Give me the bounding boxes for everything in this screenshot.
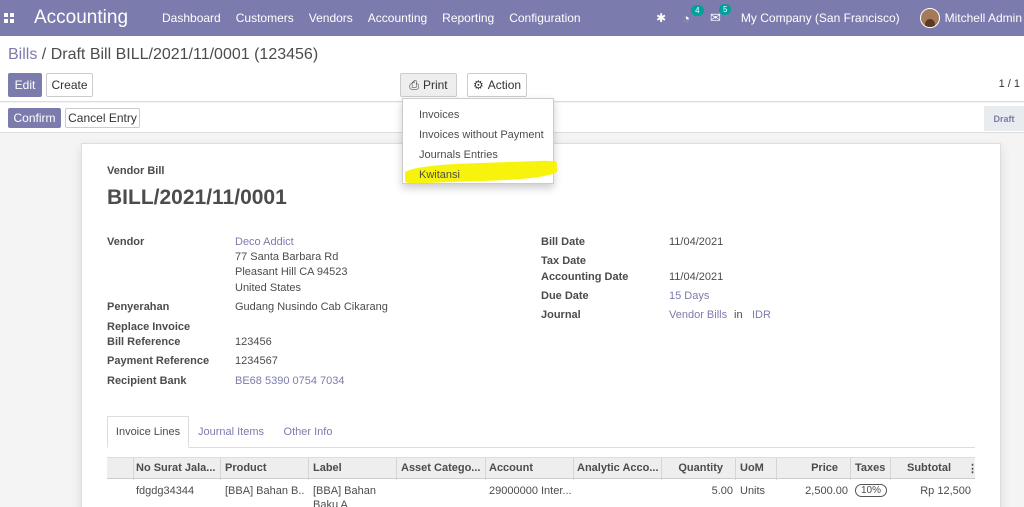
status-stage-draft[interactable]: Draft (984, 106, 1024, 131)
vendor-address-line3: United States (235, 282, 302, 294)
bill-reference-label: Bill Reference (107, 336, 181, 348)
tab-other-info[interactable]: Other Info (277, 416, 339, 448)
col-no-surat-jalan[interactable]: No Surat Jala... (136, 462, 220, 474)
print-button[interactable]: ⎙ Print (400, 73, 457, 97)
action-button-label: Action (487, 78, 522, 92)
payment-reference-label: Payment Reference (107, 355, 210, 367)
bill-date-value: 11/04/2021 (669, 236, 724, 248)
bill-date-label: Bill Date (541, 236, 586, 248)
cell-account: 29000000 Inter... (489, 485, 572, 497)
print-menu-kwitansi[interactable]: Kwitansi (419, 169, 460, 181)
pager[interactable]: 1 / 1 (999, 78, 1020, 90)
col-analytic-account[interactable]: Analytic Acco... (577, 462, 661, 474)
journal-currency-link[interactable]: IDR (752, 309, 771, 321)
gear-icon: ⚙ (472, 78, 484, 92)
table-row[interactable]: fdgdg34344 [BBA] Bahan B... [BBA] Bahan … (107, 479, 975, 507)
cell-product: [BBA] Bahan B... (225, 485, 305, 497)
edit-button[interactable]: Edit (8, 73, 42, 97)
breadcrumb-separator: / (41, 46, 47, 63)
menu-vendors[interactable]: Vendors (309, 11, 353, 25)
menu-dashboard[interactable]: Dashboard (162, 11, 221, 25)
confirm-button[interactable]: Confirm (8, 108, 61, 128)
tab-journal-items[interactable]: Journal Items (193, 416, 269, 448)
recipient-bank-link[interactable]: BE68 5390 0754 7034 (235, 375, 345, 387)
company-switcher[interactable]: My Company (San Francisco) (741, 11, 900, 25)
print-menu-invoices[interactable]: Invoices (419, 109, 459, 121)
user-menu[interactable]: Mitchell Admin (945, 11, 1022, 25)
print-button-label: Print (422, 78, 448, 92)
notebook-tabs: Invoice Lines Journal Items Other Info (107, 416, 975, 448)
penyerahan-label: Penyerahan (107, 301, 170, 313)
tax-date-label: Tax Date (541, 255, 587, 267)
journal-label: Journal (541, 309, 581, 321)
tab-invoice-lines[interactable]: Invoice Lines (107, 416, 189, 448)
column-options-icon[interactable]: ⋮ (967, 462, 978, 475)
invoice-lines-header: No Surat Jala... Product Label Asset Cat… (107, 457, 978, 480)
document-type-label: Vendor Bill (107, 165, 165, 177)
col-asset-category[interactable]: Asset Catego... (401, 462, 485, 474)
print-menu-journals-entries[interactable]: Journals Entries (419, 149, 498, 161)
cell-label-line1: [BBA] Bahan (313, 485, 376, 497)
message-count-badge: 5 (719, 4, 732, 15)
control-panel: Bills / Draft Bill BILL/2021/11/0001 (12… (0, 36, 1024, 102)
create-button[interactable]: Create (46, 73, 93, 97)
activity-clock-icon[interactable]: ◔ 4 (682, 4, 704, 26)
tax-tag: 10% (855, 484, 888, 497)
messages-chat-icon[interactable]: ✉ 5 (710, 4, 732, 26)
col-label[interactable]: Label (313, 462, 393, 474)
vendor-label: Vendor (107, 236, 145, 248)
cell-price: 2,500.00 (805, 485, 848, 497)
col-product[interactable]: Product (225, 462, 305, 474)
user-avatar[interactable] (919, 8, 940, 28)
bill-number-title: BILL/2021/11/0001 (107, 186, 287, 209)
cell-uom: Units (740, 485, 766, 497)
print-dropdown-menu: Invoices Invoices without Payment Journa… (402, 98, 558, 184)
bill-reference-value: 123456 (235, 336, 272, 348)
form-sheet: Vendor Bill BILL/2021/11/0001 Vendor Dec… (81, 143, 1001, 507)
recipient-bank-label: Recipient Bank (107, 375, 187, 387)
top-navbar: Accounting Dashboard Customers Vendors A… (0, 0, 1024, 36)
menu-reporting[interactable]: Reporting (442, 11, 494, 25)
printer-icon: ⎙ (409, 77, 419, 92)
breadcrumb: Bills / Draft Bill BILL/2021/11/0001 (12… (8, 46, 318, 64)
due-date-value[interactable]: 15 Days (669, 290, 709, 302)
print-menu-invoices-without-payment[interactable]: Invoices without Payment (419, 129, 544, 141)
replace-invoice-label: Replace Invoice (107, 321, 191, 333)
menu-configuration[interactable]: Configuration (509, 11, 580, 25)
apps-menu-icon[interactable] (0, 0, 18, 36)
col-quantity[interactable]: Quantity (665, 462, 723, 474)
vendor-address-line1: 77 Santa Barbara Rd (235, 251, 339, 263)
col-price[interactable]: Price (781, 462, 838, 474)
vendor-address-line2: Pleasant Hill CA 94523 (235, 266, 348, 278)
cell-label-line2: Baku A (313, 499, 348, 507)
due-date-label: Due Date (541, 290, 589, 302)
col-taxes[interactable]: Taxes (855, 462, 895, 474)
app-brand[interactable]: Accounting (34, 7, 128, 29)
payment-reference-value: 1234567 (235, 355, 278, 367)
accounting-date-label: Accounting Date (541, 271, 629, 283)
action-button[interactable]: ⚙ Action (467, 73, 527, 97)
col-subtotal[interactable]: Subtotal (895, 462, 951, 474)
journal-link[interactable]: Vendor Bills (669, 309, 727, 321)
cancel-entry-button[interactable]: Cancel Entry (65, 108, 140, 128)
menu-accounting[interactable]: Accounting (368, 11, 427, 25)
penyerahan-value: Gudang Nusindo Cab Cikarang (235, 301, 388, 313)
cell-subtotal: Rp 12,500 (920, 485, 971, 497)
breadcrumb-current: Draft Bill BILL/2021/11/0001 (123456) (50, 46, 319, 63)
cell-taxes: 10% (855, 484, 888, 497)
accounting-date-value: 11/04/2021 (669, 271, 724, 283)
activity-count-badge: 4 (691, 4, 704, 16)
debug-bug-icon[interactable]: ✱ (656, 11, 666, 25)
cell-quantity: 5.00 (711, 485, 733, 497)
journal-in-text: in (734, 309, 743, 321)
col-uom[interactable]: UoM (740, 462, 780, 474)
cell-no-surat: fdgdg34344 (136, 485, 195, 497)
vendor-link[interactable]: Deco Addict (235, 236, 294, 248)
col-account[interactable]: Account (489, 462, 573, 474)
menu-customers[interactable]: Customers (236, 11, 294, 25)
breadcrumb-bills-link[interactable]: Bills (8, 46, 37, 63)
